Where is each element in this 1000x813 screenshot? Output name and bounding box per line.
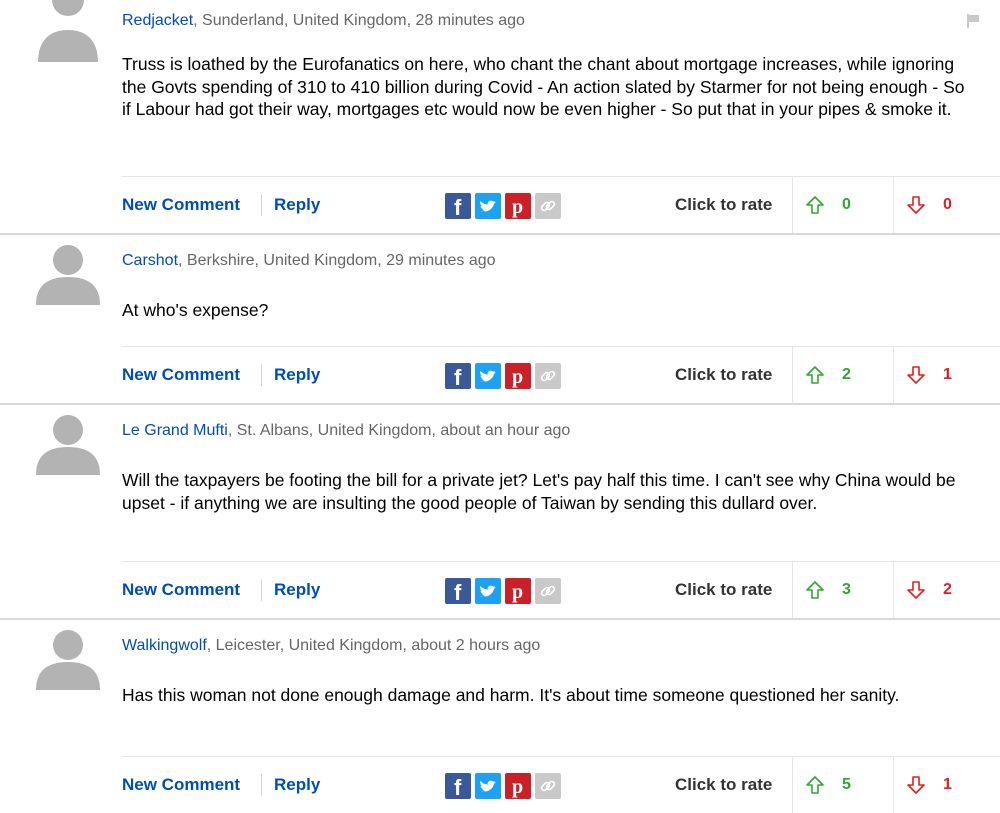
reply-button[interactable]: Reply <box>274 562 320 618</box>
author-link[interactable]: Redjacket <box>122 12 193 29</box>
author-link[interactable]: Le Grand Mufti <box>122 422 228 439</box>
pinterest-icon[interactable]: p <box>505 773 531 799</box>
svg-text:p: p <box>512 366 523 388</box>
share-icons: f p <box>445 193 561 219</box>
comment-text: Truss is loathed by the Eurofanatics on … <box>122 54 965 119</box>
rate-label: Click to rate <box>675 195 773 214</box>
author-location: , Sunderland, United Kingdom, 28 minutes… <box>193 12 525 29</box>
vote-down-button[interactable]: 1 <box>893 347 1000 403</box>
author-location: , St. Albans, United Kingdom, about an h… <box>227 422 571 439</box>
arrow-up-icon <box>806 776 824 794</box>
arrow-up-icon <box>806 581 824 599</box>
link-icon[interactable] <box>535 193 561 219</box>
rate-label: Click to rate <box>675 365 773 384</box>
arrow-up-icon <box>806 196 824 214</box>
comment-item: Redjacket, Sunderland, United Kingdom, 2… <box>0 0 1000 235</box>
author-location: , Berkshire, United Kingdom, 29 minutes … <box>178 252 496 269</box>
author-link[interactable]: Walkingwolf <box>122 637 207 654</box>
avatar[interactable] <box>30 413 106 475</box>
vote-up-count: 0 <box>842 196 851 213</box>
vote-up-count: 2 <box>842 366 851 383</box>
comment-actions: New Comment Reply f p Click to rate 2 1 <box>122 346 1000 403</box>
new-comment-button[interactable]: New Comment <box>122 177 240 233</box>
comment-meta: Walkingwolf, Leicester, United Kingdom, … <box>122 637 540 655</box>
twitter-icon[interactable] <box>475 578 501 604</box>
facebook-icon[interactable]: f <box>445 193 471 219</box>
pinterest-icon[interactable]: p <box>505 193 531 219</box>
divider <box>261 364 262 386</box>
new-comment-button[interactable]: New Comment <box>122 347 240 403</box>
divider <box>261 194 262 216</box>
facebook-icon[interactable]: f <box>445 578 471 604</box>
comment-item: Walkingwolf, Leicester, United Kingdom, … <box>0 620 1000 813</box>
new-comment-button[interactable]: New Comment <box>122 757 240 813</box>
svg-text:p: p <box>512 581 523 603</box>
pinterest-icon[interactable]: p <box>505 578 531 604</box>
comment-actions: New Comment Reply f p Click to rate 0 0 <box>122 176 1000 233</box>
arrow-down-icon <box>907 776 925 794</box>
twitter-icon[interactable] <box>475 363 501 389</box>
comment-actions: New Comment Reply f p Click to rate 5 1 <box>122 756 1000 813</box>
svg-text:f: f <box>454 580 462 604</box>
link-icon[interactable] <box>535 773 561 799</box>
comment-actions: New Comment Reply f p Click to rate 3 2 <box>122 561 1000 618</box>
comment-meta: Redjacket, Sunderland, United Kingdom, 2… <box>122 12 525 30</box>
twitter-icon[interactable] <box>475 773 501 799</box>
twitter-icon[interactable] <box>475 193 501 219</box>
vote-up-button[interactable]: 3 <box>792 562 893 618</box>
facebook-icon[interactable]: f <box>445 363 471 389</box>
arrow-down-icon <box>907 366 925 384</box>
share-icons: f p <box>445 578 561 604</box>
vote-up-count: 5 <box>842 776 851 793</box>
arrow-down-icon <box>907 196 925 214</box>
avatar[interactable] <box>30 628 106 690</box>
author-link[interactable]: Carshot <box>122 252 178 269</box>
flag-icon[interactable] <box>966 14 980 28</box>
reply-button[interactable]: Reply <box>274 177 320 233</box>
link-icon[interactable] <box>535 578 561 604</box>
divider <box>261 774 262 796</box>
comment-item: Carshot, Berkshire, United Kingdom, 29 m… <box>0 235 1000 405</box>
svg-text:f: f <box>454 775 462 799</box>
share-icons: f p <box>445 363 561 389</box>
rate-label: Click to rate <box>675 775 773 794</box>
svg-text:p: p <box>512 776 523 798</box>
svg-text:p: p <box>512 196 523 218</box>
comment-meta: Le Grand Mufti, St. Albans, United Kingd… <box>122 422 570 440</box>
facebook-icon[interactable]: f <box>445 773 471 799</box>
comment-item: Le Grand Mufti, St. Albans, United Kingd… <box>0 405 1000 620</box>
comment-text: At who's expense? <box>122 300 269 320</box>
vote-down-button[interactable]: 2 <box>893 562 1000 618</box>
vote-down-count: 0 <box>943 196 952 213</box>
rate-label: Click to rate <box>675 580 773 599</box>
avatar[interactable] <box>30 243 106 305</box>
comment-text: Will the taxpayers be footing the bill f… <box>122 470 956 513</box>
pinterest-icon[interactable]: p <box>505 363 531 389</box>
arrow-down-icon <box>907 581 925 599</box>
avatar[interactable] <box>30 0 106 62</box>
comment-text: Has this woman not done enough damage an… <box>122 685 900 705</box>
link-icon[interactable] <box>535 363 561 389</box>
vote-down-button[interactable]: 1 <box>893 757 1000 813</box>
vote-up-button[interactable]: 0 <box>792 177 893 233</box>
divider <box>261 579 262 601</box>
arrow-up-icon <box>806 366 824 384</box>
svg-text:f: f <box>454 365 462 389</box>
reply-button[interactable]: Reply <box>274 757 320 813</box>
vote-up-button[interactable]: 5 <box>792 757 893 813</box>
vote-down-count: 1 <box>943 776 952 793</box>
new-comment-button[interactable]: New Comment <box>122 562 240 618</box>
comment-meta: Carshot, Berkshire, United Kingdom, 29 m… <box>122 252 496 270</box>
vote-up-count: 3 <box>842 581 851 598</box>
svg-text:f: f <box>454 195 462 219</box>
author-location: , Leicester, United Kingdom, about 2 hou… <box>206 637 541 654</box>
vote-up-button[interactable]: 2 <box>792 347 893 403</box>
reply-button[interactable]: Reply <box>274 347 320 403</box>
vote-down-button[interactable]: 0 <box>893 177 1000 233</box>
share-icons: f p <box>445 773 561 799</box>
vote-down-count: 1 <box>943 366 952 383</box>
vote-down-count: 2 <box>943 581 952 598</box>
